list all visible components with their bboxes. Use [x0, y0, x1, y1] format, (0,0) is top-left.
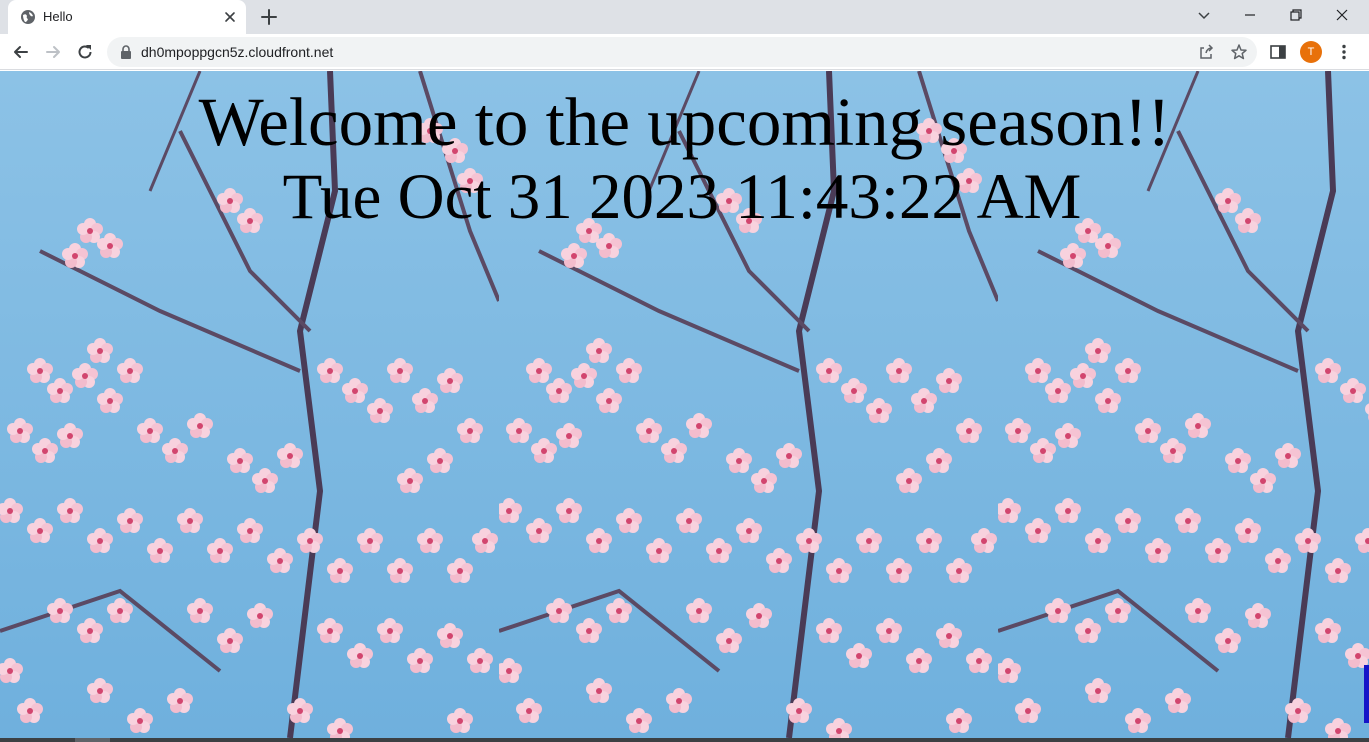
avatar[interactable]: T: [1300, 41, 1322, 63]
chevron-down-icon: [1198, 12, 1210, 20]
reload-icon: [78, 45, 92, 59]
tab-search-button[interactable]: [1181, 0, 1227, 30]
horizontal-scrollbar[interactable]: [0, 738, 1369, 742]
window-close-button[interactable]: [1319, 0, 1365, 30]
restore-icon: [1290, 9, 1302, 21]
restore-button[interactable]: [1273, 0, 1319, 30]
minimize-button[interactable]: [1227, 0, 1273, 30]
star-icon[interactable]: [1230, 43, 1248, 61]
minimize-icon: [1245, 14, 1255, 16]
plus-icon[interactable]: [258, 6, 280, 28]
tab-strip: Hello: [0, 0, 1369, 34]
arrow-left-icon: [14, 46, 28, 58]
scrollbar-thumb[interactable]: [75, 738, 110, 742]
tab-hello[interactable]: Hello: [8, 0, 246, 34]
address-bar[interactable]: dh0mpoppgcn5z.cloudfront.net: [107, 37, 1257, 67]
globe-icon: [21, 10, 35, 24]
page-viewport: Welcome to the upcoming season!! Tue Oct…: [0, 71, 1369, 738]
scroll-marker: [1364, 665, 1369, 723]
page-title: Welcome to the upcoming season!!: [198, 84, 1171, 160]
lock-icon[interactable]: [118, 44, 134, 60]
tab-title: Hello: [43, 9, 73, 24]
reload-button[interactable]: [73, 40, 97, 64]
close-icon: [1336, 9, 1348, 21]
date-time-display: Tue Oct 31 2023 11:43:22 AM: [282, 161, 1082, 233]
arrow-right-icon: [46, 46, 60, 58]
back-button[interactable]: [9, 40, 33, 64]
browser-toolbar: dh0mpoppgcn5z.cloudfront.net T: [0, 34, 1369, 70]
kebab-menu-icon[interactable]: [1335, 43, 1353, 61]
share-icon[interactable]: [1197, 43, 1215, 61]
url-text[interactable]: dh0mpoppgcn5z.cloudfront.net: [141, 44, 333, 60]
forward-button[interactable]: [41, 40, 65, 64]
side-panel-icon[interactable]: [1269, 43, 1287, 61]
close-icon[interactable]: [222, 9, 238, 25]
